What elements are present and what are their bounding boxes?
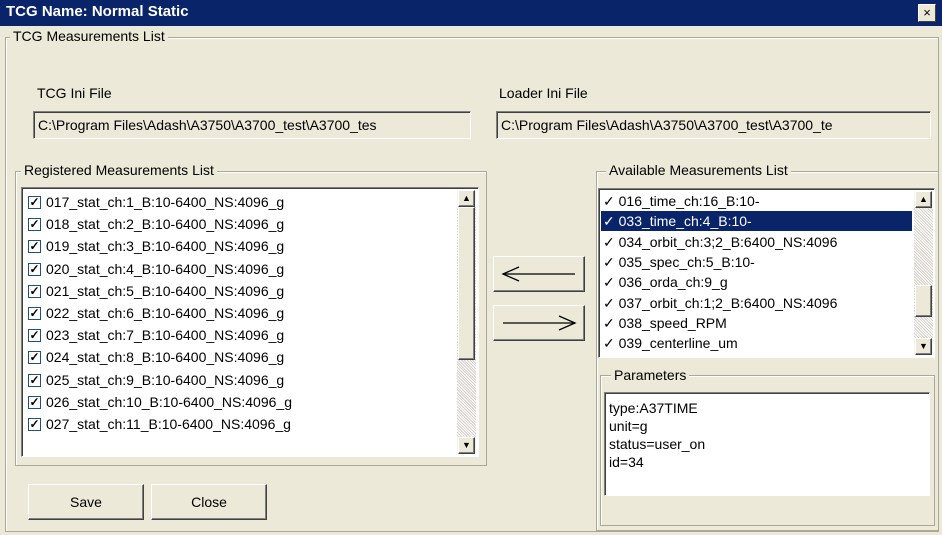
arrow-left-icon <box>501 266 575 282</box>
registered-list-item[interactable]: ✓ 023_stat_ch:7_B:10-6400_NS:4096_g <box>24 325 454 346</box>
checkbox[interactable]: ✓ <box>28 218 41 232</box>
checkbox[interactable]: ✓ <box>28 240 41 254</box>
registered-item-label: 019_stat_ch:3_B:10-6400_NS:4096_g <box>46 238 285 255</box>
checkbox[interactable]: ✓ <box>28 373 41 387</box>
tcg-ini-field[interactable]: C:\Program Files\Adash\A3750\A3700_test\… <box>33 111 471 139</box>
loader-ini-field[interactable]: C:\Program Files\Adash\A3750\A3700_test\… <box>496 111 931 139</box>
close-button-label: Close <box>191 494 227 510</box>
available-list-item[interactable]: ✓ 033_time_ch:4_B:10- <box>601 211 912 232</box>
checkbox[interactable]: ✓ <box>28 196 41 209</box>
move-right-button[interactable] <box>493 305 585 341</box>
registered-list-item[interactable]: ✓ 017_stat_ch:1_B:10-6400_NS:4096_g <box>24 192 454 213</box>
registered-list-item[interactable]: ✓ 026_stat_ch:10_B:10-6400_NS:4096_g <box>24 392 454 413</box>
checkbox[interactable]: ✓ <box>28 395 41 409</box>
registered-list-item[interactable]: ✓ 020_stat_ch:4_B:10-6400_NS:4096_g <box>24 259 454 280</box>
registered-list-item[interactable]: ✓ 018_stat_ch:2_B:10-6400_NS:4096_g <box>24 214 454 235</box>
save-button[interactable]: Save <box>28 484 144 520</box>
parameter-line: unit=g <box>609 418 648 434</box>
close-button[interactable]: Close <box>151 484 267 520</box>
available-list-item[interactable]: ✓ 034_orbit_ch:3;2_B:6400_NS:4096 <box>601 232 912 252</box>
checkbox[interactable]: ✓ <box>28 307 41 320</box>
registered-item-label: 017_stat_ch:1_B:10-6400_NS:4096_g <box>46 194 285 210</box>
checkbox[interactable]: ✓ <box>28 418 41 431</box>
scroll-down-icon[interactable]: ▼ <box>458 437 475 454</box>
registered-list-item[interactable]: ✓ 022_stat_ch:6_B:10-6400_NS:4096_g <box>24 303 454 324</box>
available-list-item[interactable]: ✓ 036_orda_ch:9_g <box>601 272 912 292</box>
registered-item-label: 025_stat_ch:9_B:10-6400_NS:4096_g <box>46 371 285 388</box>
available-list-item[interactable]: ✓ 039_centerline_um <box>601 333 912 353</box>
parameters-textarea[interactable]: type:A37TIME unit=g status=user_on id=34 <box>604 392 930 496</box>
parameter-line: type:A37TIME <box>609 400 698 416</box>
registered-list-item[interactable]: ✓ 021_stat_ch:5_B:10-6400_NS:4096_g <box>24 281 454 302</box>
available-list-item[interactable]: ✓ 037_orbit_ch:1;2_B:6400_NS:4096 <box>601 293 912 313</box>
measurements-group-legend: TCG Measurements List <box>10 28 168 44</box>
available-list[interactable]: ✓ 016_time_ch:16_B:10- ✓ 033_time_ch:4_B:… <box>598 188 935 358</box>
registered-list-item[interactable]: ✓ 024_stat_ch:8_B:10-6400_NS:4096_g <box>24 347 454 368</box>
registered-item-label: 027_stat_ch:11_B:10-6400_NS:4096_g <box>46 416 291 432</box>
scroll-up-icon[interactable]: ▲ <box>915 191 932 208</box>
checkbox[interactable]: ✓ <box>28 351 41 365</box>
title-bar: TCG Name: Normal Static × <box>0 0 942 26</box>
registered-item-label: 021_stat_ch:5_B:10-6400_NS:4096_g <box>46 282 285 299</box>
scroll-down-icon[interactable]: ▼ <box>915 338 932 355</box>
checkbox[interactable]: ✓ <box>28 284 41 298</box>
scroll-thumb[interactable] <box>458 207 475 360</box>
registered-item-label: 018_stat_ch:2_B:10-6400_NS:4096_g <box>46 216 285 233</box>
arrow-right-icon <box>503 315 577 331</box>
checkbox[interactable]: ✓ <box>28 262 41 276</box>
registered-list-item[interactable]: ✓ 019_stat_ch:3_B:10-6400_NS:4096_g <box>24 236 454 257</box>
registered-item-label: 026_stat_ch:10_B:10-6400_NS:4096_g <box>46 393 292 410</box>
registered-item-label: 020_stat_ch:4_B:10-6400_NS:4096_g <box>46 260 285 277</box>
move-left-button[interactable] <box>493 256 585 292</box>
available-group-legend: Available Measurements List <box>606 162 791 178</box>
loader-ini-label: Loader Ini File <box>499 85 588 101</box>
parameters-group-legend: Parameters <box>611 367 690 383</box>
registered-list-item[interactable]: ✓ 025_stat_ch:9_B:10-6400_NS:4096_g <box>24 370 454 391</box>
parameter-line: id=34 <box>609 454 644 470</box>
checkbox[interactable]: ✓ <box>28 329 41 343</box>
tcg-ini-label: TCG Ini File <box>37 85 112 101</box>
available-scrollbar[interactable]: ▲ ▼ <box>914 191 933 355</box>
registered-scrollbar[interactable]: ▲ ▼ <box>457 190 476 454</box>
registered-item-label: 023_stat_ch:7_B:10-6400_NS:4096_g <box>46 327 285 344</box>
available-list-item[interactable]: ✓ 038_speed_RPM <box>601 313 912 333</box>
registered-item-label: 022_stat_ch:6_B:10-6400_NS:4096_g <box>46 305 285 321</box>
registered-item-label: 024_stat_ch:8_B:10-6400_NS:4096_g <box>46 349 285 366</box>
scroll-up-icon[interactable]: ▲ <box>458 190 475 207</box>
close-icon[interactable]: × <box>918 4 936 22</box>
available-list-item[interactable]: ✓ 016_time_ch:16_B:10- <box>601 191 912 211</box>
available-list-item[interactable]: ✓ 035_spec_ch:5_B:10- <box>601 252 912 272</box>
registered-group-legend: Registered Measurements List <box>21 162 217 178</box>
window-title: TCG Name: Normal Static <box>6 3 189 20</box>
registered-list[interactable]: ✓ 017_stat_ch:1_B:10-6400_NS:4096_g ✓ 018_s… <box>21 187 479 457</box>
save-button-label: Save <box>70 494 102 510</box>
parameter-line: status=user_on <box>609 436 706 452</box>
registered-list-item[interactable]: ✓ 027_stat_ch:11_B:10-6400_NS:4096_g <box>24 414 454 435</box>
scroll-thumb[interactable] <box>915 285 932 317</box>
